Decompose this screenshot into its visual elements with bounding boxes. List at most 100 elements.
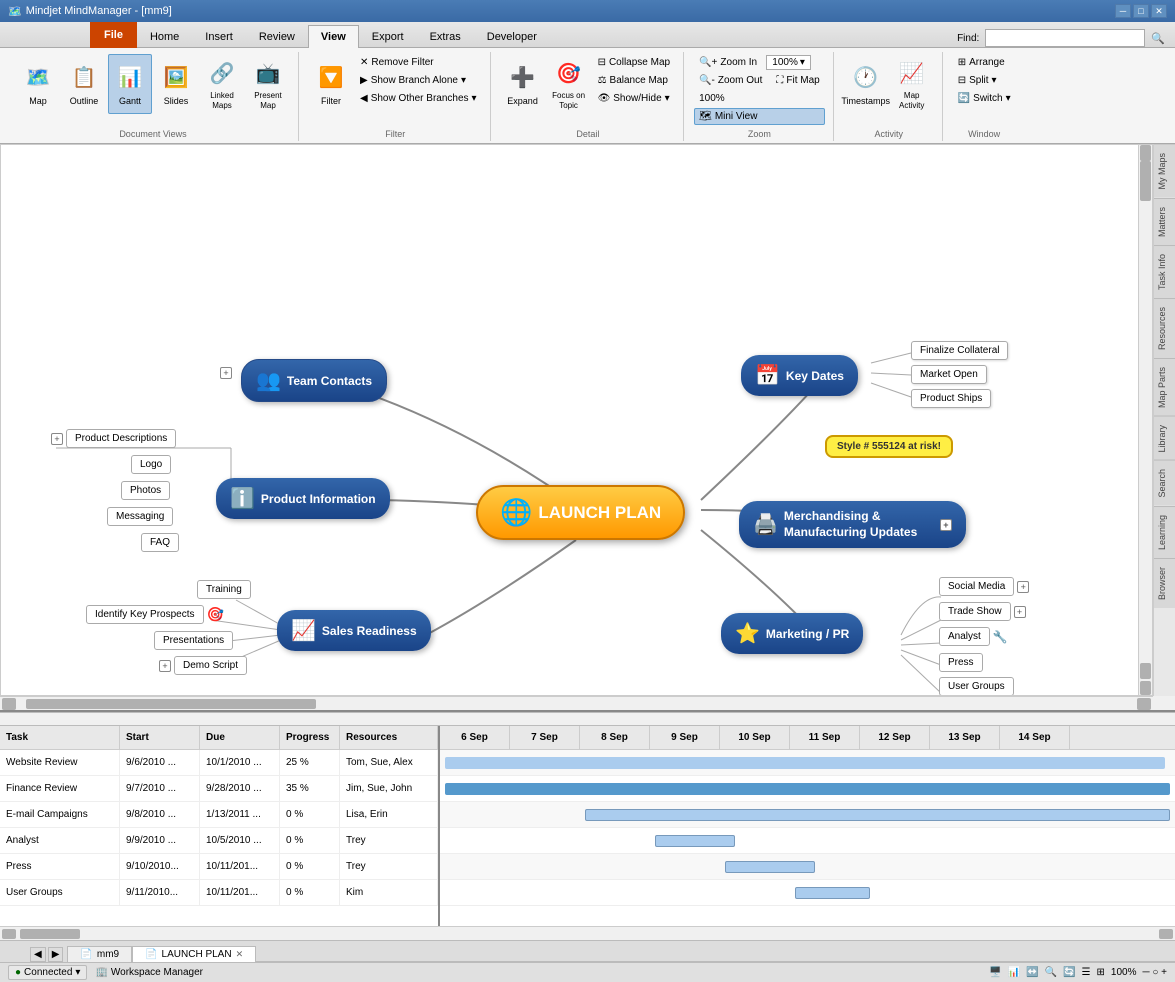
photos-node[interactable]: Photos [121,481,170,500]
maximize-btn[interactable]: □ [1133,4,1149,18]
gantt-row[interactable]: Press 9/10/2010... 10/11/201... 0 % Trey [0,854,438,880]
100-percent-button[interactable]: 100% [694,90,825,107]
faq-node[interactable]: FAQ [141,533,179,552]
messaging-node[interactable]: Messaging [107,507,173,526]
tab-next-btn[interactable]: ▶ [48,947,64,962]
remove-filter-button[interactable]: ✕ Remove Filter [355,54,482,71]
tab-export[interactable]: Export [359,25,417,47]
focus-topic-button[interactable]: 🎯 Focus on Topic [547,54,591,114]
close-btn[interactable]: ✕ [1151,4,1167,18]
doc-tab-mm9[interactable]: 📄 mm9 [67,946,132,962]
canvas-scrollbar-h[interactable] [0,696,1153,710]
team-contacts-expand[interactable]: + [234,367,246,379]
minimize-btn[interactable]: ─ [1115,4,1131,18]
team-contacts-node[interactable]: 👥 Team Contacts [241,359,387,402]
analyst-node[interactable]: Analyst 🔧 [939,627,1008,646]
tab-nav-controls[interactable]: ◀ ▶ [30,947,63,962]
show-hide-dropdown[interactable]: ▾ [665,93,670,104]
zoom-out-button[interactable]: 🔍- Zoom Out [694,72,767,89]
finalize-collateral-node[interactable]: Finalize Collateral [911,341,1008,360]
filter-button[interactable]: 🔽 Filter [309,54,353,114]
mindmap-canvas[interactable]: 🌐 LAUNCH PLAN 👥 Team Contacts + 📅 Key Da… [0,144,1153,696]
sidebar-tab-browser[interactable]: Browser [1154,558,1175,608]
gantt-button[interactable]: 📊 Gantt [108,54,152,114]
tab-close-btn[interactable]: ✕ [236,949,244,960]
mini-view-button[interactable]: 🗺 Mini View [694,108,825,125]
demo-script-node[interactable]: + Demo Script [159,656,247,675]
trade-show-node[interactable]: Trade Show + [939,602,1026,621]
canvas-scrollbar-v[interactable] [1138,145,1152,695]
central-node[interactable]: 🌐 LAUNCH PLAN [476,485,685,540]
product-descriptions-node[interactable]: + Product Descriptions [51,429,176,448]
show-other-dropdown-icon[interactable]: ▾ [472,93,477,104]
tab-review[interactable]: Review [246,25,308,47]
show-branch-dropdown-icon[interactable]: ▾ [461,75,466,86]
logo-node[interactable]: Logo [131,455,171,474]
gantt-row[interactable]: E-mail Campaigns 9/8/2010 ... 1/13/2011 … [0,802,438,828]
social-media-node[interactable]: Social Media + [939,577,1029,596]
sidebar-tab-search[interactable]: Search [1154,460,1175,506]
merchandising-node[interactable]: 🖨️ Merchandising & Manufacturing Updates… [739,501,966,548]
switch-dropdown[interactable]: ▾ [1006,93,1011,104]
balance-map-button[interactable]: ⚖ Balance Map [593,72,676,89]
status-zoom-controls[interactable]: ─ ○ + [1142,967,1167,978]
map-button[interactable]: 🗺️ Map [16,54,60,114]
doc-tab-launch-plan[interactable]: 📄 LAUNCH PLAN ✕ [132,946,256,962]
sidebar-tab-library[interactable]: Library [1154,416,1175,461]
find-input[interactable] [985,29,1145,47]
map-activity-button[interactable]: 📈 Map Activity [890,54,934,114]
gantt-row[interactable]: User Groups 9/11/2010... 10/11/201... 0 … [0,880,438,906]
sidebar-tab-task-info[interactable]: Task Info [1154,245,1175,298]
tab-insert[interactable]: Insert [192,25,246,47]
press-node[interactable]: Press [939,653,983,672]
show-branch-alone-button[interactable]: ▶ Show Branch Alone ▾ [355,72,482,89]
workspace-manager[interactable]: 🏢 Workspace Manager [95,967,203,978]
present-map-button[interactable]: 📺 Present Map [246,54,290,114]
timestamps-button[interactable]: 🕐 Timestamps [844,54,888,114]
split-dropdown[interactable]: ▾ [992,75,997,86]
tab-view[interactable]: View [308,25,359,48]
tab-developer[interactable]: Developer [474,25,550,47]
connected-status[interactable]: ● Connected ▾ [8,965,87,980]
sidebar-tab-learning[interactable]: Learning [1154,506,1175,558]
gantt-row[interactable]: Finance Review 9/7/2010 ... 9/28/2010 ..… [0,776,438,802]
linked-maps-button[interactable]: 🔗 Linked Maps [200,54,244,114]
product-info-node[interactable]: ℹ️ Product Information [216,478,390,519]
marketing-pr-node[interactable]: ⭐ Marketing / PR [721,613,863,654]
key-dates-node[interactable]: 📅 Key Dates [741,355,858,396]
zoom-dropdown[interactable]: ▾ [800,57,805,68]
tab-home[interactable]: Home [137,25,192,47]
show-other-branches-button[interactable]: ◀ Show Other Branches ▾ [355,90,482,107]
find-icon[interactable]: 🔍 [1151,32,1165,45]
zoom-in-button[interactable]: 🔍+ Zoom In [694,54,762,71]
user-groups-node[interactable]: User Groups [939,677,1014,696]
presentations-node[interactable]: Presentations [154,631,233,650]
sidebar-tab-my-maps[interactable]: My Maps [1154,144,1175,198]
training-node[interactable]: Training [197,580,251,599]
gantt-row[interactable]: Website Review 9/6/2010 ... 10/1/2010 ..… [0,750,438,776]
sales-readiness-node[interactable]: 📈 Sales Readiness [277,610,431,651]
tab-extras[interactable]: Extras [417,25,474,47]
split-button[interactable]: ⊟ Split ▾ [953,72,1016,89]
expand-button[interactable]: ➕ Expand [501,54,545,114]
sidebar-tab-map-parts[interactable]: Map Parts [1154,358,1175,416]
connected-dropdown[interactable]: ▾ [75,967,80,978]
collapse-map-button[interactable]: ⊟ Collapse Map [593,54,676,71]
outline-button[interactable]: 📋 Outline [62,54,106,114]
show-hide-button[interactable]: 👁 Show/Hide ▾ [593,90,676,107]
identify-key-prospects-node[interactable]: Identify Key Prospects 🎯 [86,605,224,624]
gantt-top-scrollbar[interactable] [0,712,1175,726]
fit-map-button[interactable]: ⛶ Fit Map [771,72,824,89]
arrange-button[interactable]: ⊞ Arrange [953,54,1016,71]
gantt-row[interactable]: Analyst 9/9/2010 ... 10/5/2010 ... 0 % T… [0,828,438,854]
gantt-scrollbar-h[interactable] [0,926,1175,940]
merchandising-expand[interactable]: + [940,519,952,531]
tab-prev-btn[interactable]: ◀ [30,947,46,962]
sidebar-tab-resources[interactable]: Resources [1154,298,1175,358]
product-ships-node[interactable]: Product Ships [911,389,991,408]
slides-button[interactable]: 🖼️ Slides [154,54,198,114]
window-controls[interactable]: ─ □ ✕ [1115,4,1167,18]
sidebar-tab-matters[interactable]: Matters [1154,198,1175,245]
switch-button[interactable]: 🔄 Switch ▾ [953,90,1016,107]
market-open-node[interactable]: Market Open [911,365,987,384]
